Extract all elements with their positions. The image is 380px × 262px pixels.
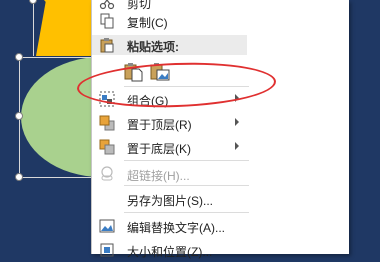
copy-icon [99,13,115,29]
menu-item-send-back-label: 置于底层(K) [127,142,191,156]
menu-item-bring-front-label: 置于顶层(R) [127,118,192,132]
menu-separator [124,160,249,161]
menu-item-alt-text[interactable]: 编辑替换文字(A)... [92,214,349,238]
resize-handle-mid-left[interactable] [15,112,23,120]
context-menu: 剪切 复制(C) 粘贴选项: 组合(G) 置于顶层(R) 置于底层(K) 超链接… [91,0,349,259]
submenu-arrow-icon [235,142,239,150]
size-position-icon [99,242,115,258]
hyperlink-icon [99,166,115,182]
menu-item-alt-text-label: 编辑替换文字(A)... [127,221,225,235]
menu-item-hyperlink: 超链接(H)... [92,162,349,186]
menu-item-copy-label: 复制(C) [127,16,168,30]
resize-handle-bottom-left[interactable] [15,173,23,181]
menu-separator [124,185,249,186]
selection-border-top-tri [33,0,34,56]
menu-item-size-position[interactable]: 大小和位置(Z)... [92,238,349,262]
menu-item-size-position-label: 大小和位置(Z)... [127,245,213,259]
menu-item-save-picture[interactable]: 另存为图片(S)... [92,187,349,211]
bring-front-icon [99,115,115,131]
menu-item-hyperlink-label: 超链接(H)... [127,169,190,183]
triangle-shape[interactable] [36,0,96,56]
menu-item-copy[interactable]: 复制(C) [92,9,349,33]
menu-item-send-back[interactable]: 置于底层(K) [92,135,349,159]
submenu-arrow-icon [235,118,239,126]
paste-options-header-label: 粘贴选项: [127,40,179,54]
menu-item-save-picture-label: 另存为图片(S)... [127,194,213,208]
menu-item-bring-front[interactable]: 置于顶层(R) [92,111,349,135]
clipboard-icon [99,37,115,58]
paste-options-header: 粘贴选项: [92,35,247,55]
resize-handle-top-left[interactable] [15,53,23,61]
alt-text-icon [99,218,115,234]
menu-separator [124,212,249,213]
send-back-icon [99,139,115,155]
